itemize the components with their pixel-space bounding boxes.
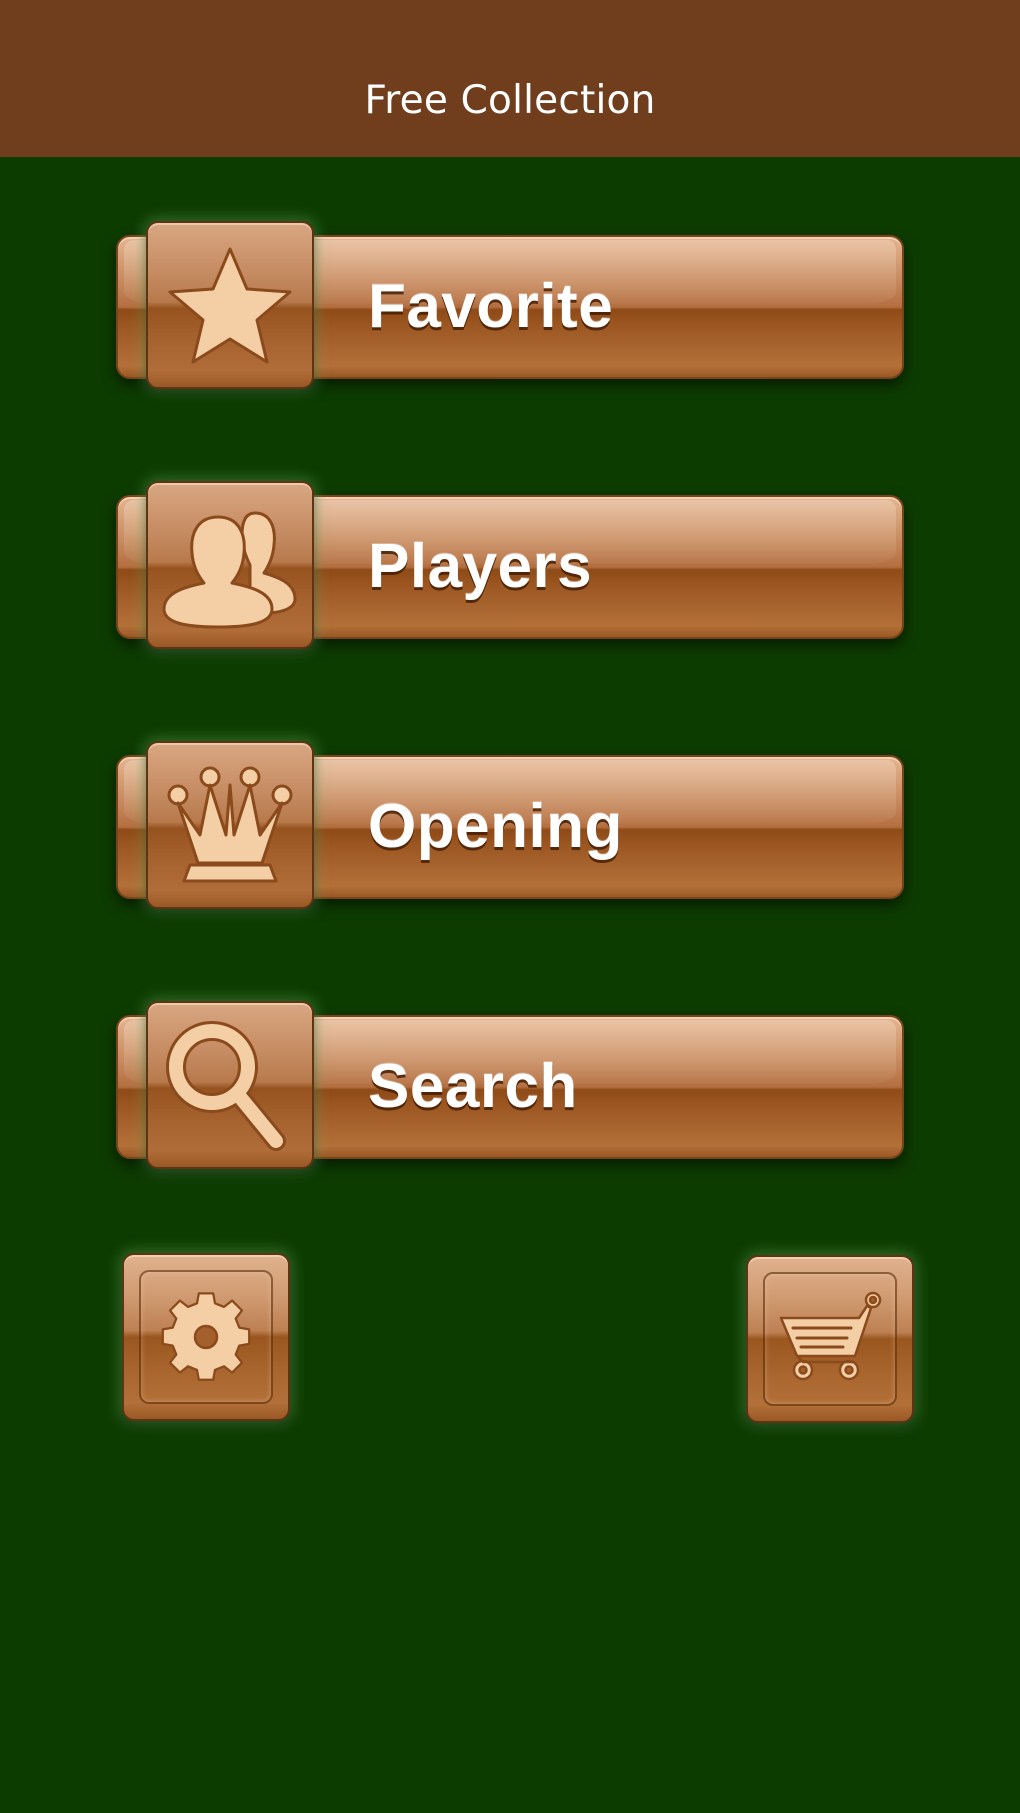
search-label: Search [368, 1052, 578, 1121]
star-icon [168, 247, 292, 364]
players-icon [162, 511, 297, 629]
opening-label: Opening [368, 792, 623, 861]
favorite-label: Favorite [368, 272, 614, 341]
settings-inner[interactable] [139, 1270, 273, 1404]
favorite-button[interactable]: Favorite [116, 221, 904, 389]
search-tile[interactable] [146, 1001, 314, 1169]
gear-icon [161, 1292, 251, 1381]
cart-icon [779, 1291, 882, 1381]
crown-icon [167, 766, 293, 883]
players-button[interactable]: Players [116, 481, 904, 649]
search-button[interactable]: Search [116, 1001, 904, 1169]
players-tile[interactable] [146, 481, 314, 649]
players-label: Players [368, 532, 593, 601]
favorite-tile[interactable] [146, 221, 314, 389]
opening-button[interactable]: Opening [116, 741, 904, 909]
settings-button[interactable] [122, 1253, 290, 1421]
page-title: Free Collection [364, 78, 656, 123]
navigation-bar: Free Collection [0, 0, 1020, 157]
store-button[interactable] [746, 1255, 914, 1423]
opening-tile[interactable] [146, 741, 314, 909]
store-inner[interactable] [763, 1272, 897, 1406]
magnifier-icon [166, 1021, 286, 1151]
main-menu: Favorite Players Opening Search [0, 157, 1020, 1813]
